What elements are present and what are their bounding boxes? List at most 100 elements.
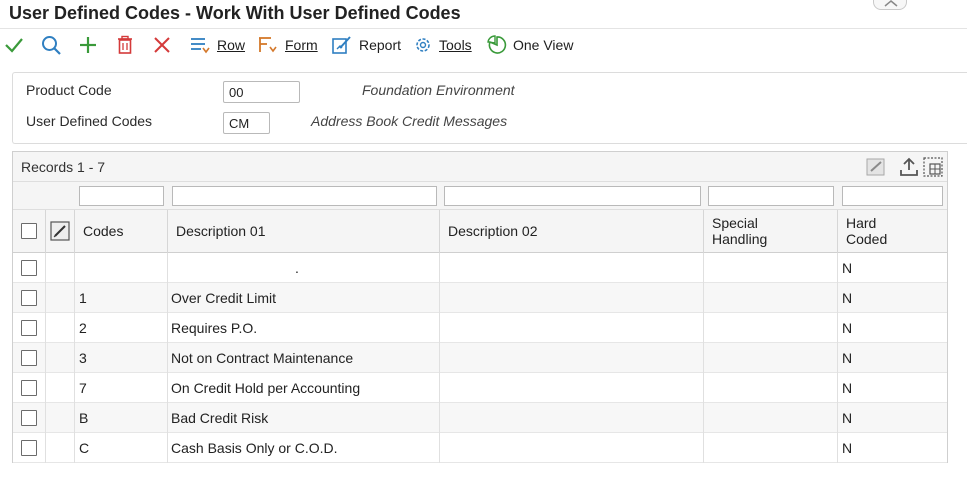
row-menu-icon bbox=[191, 38, 210, 54]
form-menu-label-text: Form bbox=[285, 37, 318, 53]
udc-input[interactable]: CM bbox=[223, 112, 270, 134]
special-handling-cell bbox=[704, 373, 838, 403]
description-01-cell: Cash Basis Only or C.O.D. bbox=[168, 433, 440, 463]
table-row[interactable]: 3 Not on Contract Maintenance N bbox=[13, 343, 947, 373]
select-all-checkbox[interactable] bbox=[21, 223, 37, 239]
select-button[interactable] bbox=[4, 34, 24, 56]
hard-coded-cell-text: N bbox=[842, 290, 853, 306]
hard-coded-cell: N bbox=[838, 313, 947, 343]
column-header-special-handling-line1: Special bbox=[712, 215, 758, 231]
row-select-cell bbox=[13, 283, 46, 313]
column-header-description-02-label: Description 02 bbox=[448, 223, 538, 239]
close-icon bbox=[154, 37, 170, 53]
customize-grid-button[interactable] bbox=[865, 156, 887, 178]
grid-format-icon bbox=[923, 157, 943, 177]
description-01-cell-text: Over Credit Limit bbox=[171, 290, 277, 306]
gear-icon bbox=[416, 38, 430, 52]
qbe-hard-coded-input[interactable] bbox=[842, 186, 943, 206]
column-header-codes[interactable]: Codes bbox=[75, 210, 168, 253]
upload-icon bbox=[900, 157, 918, 176]
special-handling-cell bbox=[704, 403, 838, 433]
add-button[interactable] bbox=[78, 34, 98, 56]
row-checkbox[interactable] bbox=[21, 320, 37, 336]
qbe-special-handling-input[interactable] bbox=[708, 186, 834, 206]
row-menu-button[interactable]: Row bbox=[189, 34, 245, 56]
product-code-label: Product Code bbox=[26, 82, 112, 98]
qbe-description-02-input[interactable] bbox=[444, 186, 701, 206]
form-menu-button[interactable]: Form bbox=[257, 34, 318, 56]
row-checkbox[interactable] bbox=[21, 350, 37, 366]
description-01-cell-text: Not on Contract Maintenance bbox=[171, 350, 354, 366]
select-all-column bbox=[13, 210, 46, 253]
table-row[interactable]: C Cash Basis Only or C.O.D. N bbox=[13, 433, 947, 463]
row-edit-cell bbox=[46, 343, 75, 373]
row-select-cell bbox=[13, 403, 46, 433]
trash-icon bbox=[118, 35, 132, 54]
plus-icon bbox=[80, 37, 96, 53]
table-row[interactable]: .N bbox=[13, 253, 947, 283]
row-edit-icon[interactable] bbox=[50, 221, 70, 241]
column-header-special-handling[interactable]: Special Handling bbox=[704, 210, 838, 253]
column-header-description-01-label: Description 01 bbox=[176, 223, 266, 239]
special-handling-cell bbox=[704, 283, 838, 313]
row-edit-column bbox=[46, 210, 75, 253]
form-menu-icon bbox=[259, 37, 277, 53]
table-row[interactable]: 7 On Credit Hold per Accounting N bbox=[13, 373, 947, 403]
description-01-cell-text: Bad Credit Risk bbox=[171, 410, 269, 426]
product-code-input[interactable]: 00 bbox=[223, 81, 300, 103]
description-01-cell: On Credit Hold per Accounting bbox=[168, 373, 440, 403]
delete-button[interactable] bbox=[116, 34, 134, 56]
export-button[interactable] bbox=[898, 156, 920, 178]
description-02-cell bbox=[440, 253, 704, 283]
grid-panel: Records 1 - 7 Codes Description 01 Descr… bbox=[12, 151, 948, 463]
records-bar: Records 1 - 7 bbox=[13, 152, 947, 182]
column-header-description-02[interactable]: Description 02 bbox=[440, 210, 704, 253]
description-01-cell: Bad Credit Risk bbox=[168, 403, 440, 433]
grid-format-button[interactable] bbox=[922, 156, 944, 178]
hard-coded-cell: N bbox=[838, 283, 947, 313]
close-button[interactable] bbox=[152, 34, 172, 56]
edit-grid-icon bbox=[866, 158, 885, 176]
description-01-cell-text: Requires P.O. bbox=[171, 320, 258, 336]
qbe-description-01-input[interactable] bbox=[172, 186, 437, 206]
description-02-cell bbox=[440, 373, 704, 403]
one-view-button[interactable]: One View bbox=[487, 34, 573, 56]
row-checkbox[interactable] bbox=[21, 290, 37, 306]
column-header-description-01[interactable]: Description 01 bbox=[168, 210, 440, 253]
row-checkbox[interactable] bbox=[21, 260, 37, 276]
column-header-codes-label: Codes bbox=[83, 223, 124, 239]
hard-coded-cell-text: N bbox=[842, 320, 853, 336]
table-row[interactable]: 1 Over Credit Limit N bbox=[13, 283, 947, 313]
hard-coded-cell-text: N bbox=[842, 440, 853, 456]
chevron-up-icon bbox=[884, 0, 898, 7]
special-handling-cell bbox=[704, 433, 838, 463]
description-02-cell bbox=[440, 433, 704, 463]
description-01-cell-text: . bbox=[295, 260, 299, 276]
codes-cell-text: B bbox=[79, 410, 89, 426]
toolbar: Row Form Report Tools One View bbox=[0, 30, 967, 60]
one-view-label: One View bbox=[513, 37, 574, 53]
table-row[interactable]: 2 Requires P.O. N bbox=[13, 313, 947, 343]
find-button[interactable] bbox=[40, 34, 62, 56]
udc-description: Address Book Credit Messages bbox=[311, 113, 508, 129]
description-02-cell bbox=[440, 283, 704, 313]
description-01-cell-text: On Credit Hold per Accounting bbox=[171, 380, 361, 396]
qbe-codes-input[interactable] bbox=[79, 186, 164, 206]
row-checkbox[interactable] bbox=[21, 410, 37, 426]
table-row[interactable]: B Bad Credit Risk N bbox=[13, 403, 947, 433]
page-title: User Defined Codes - Work With User Defi… bbox=[9, 3, 461, 23]
codes-cell bbox=[75, 253, 168, 283]
codes-cell-text: 1 bbox=[79, 290, 87, 306]
form-menu-label: Form bbox=[285, 37, 318, 53]
codes-cell: 1 bbox=[75, 283, 168, 313]
codes-cell: C bbox=[75, 433, 168, 463]
collapse-header-button[interactable] bbox=[873, 0, 907, 10]
search-icon bbox=[42, 36, 61, 55]
column-header-hard-coded[interactable]: Hard Coded bbox=[838, 210, 947, 253]
hard-coded-cell-text: N bbox=[842, 350, 853, 366]
hard-coded-cell: N bbox=[838, 343, 947, 373]
row-checkbox[interactable] bbox=[21, 440, 37, 456]
tools-menu-button[interactable]: Tools bbox=[413, 34, 472, 56]
row-checkbox[interactable] bbox=[21, 380, 37, 396]
report-menu-button[interactable]: Report bbox=[331, 34, 401, 56]
